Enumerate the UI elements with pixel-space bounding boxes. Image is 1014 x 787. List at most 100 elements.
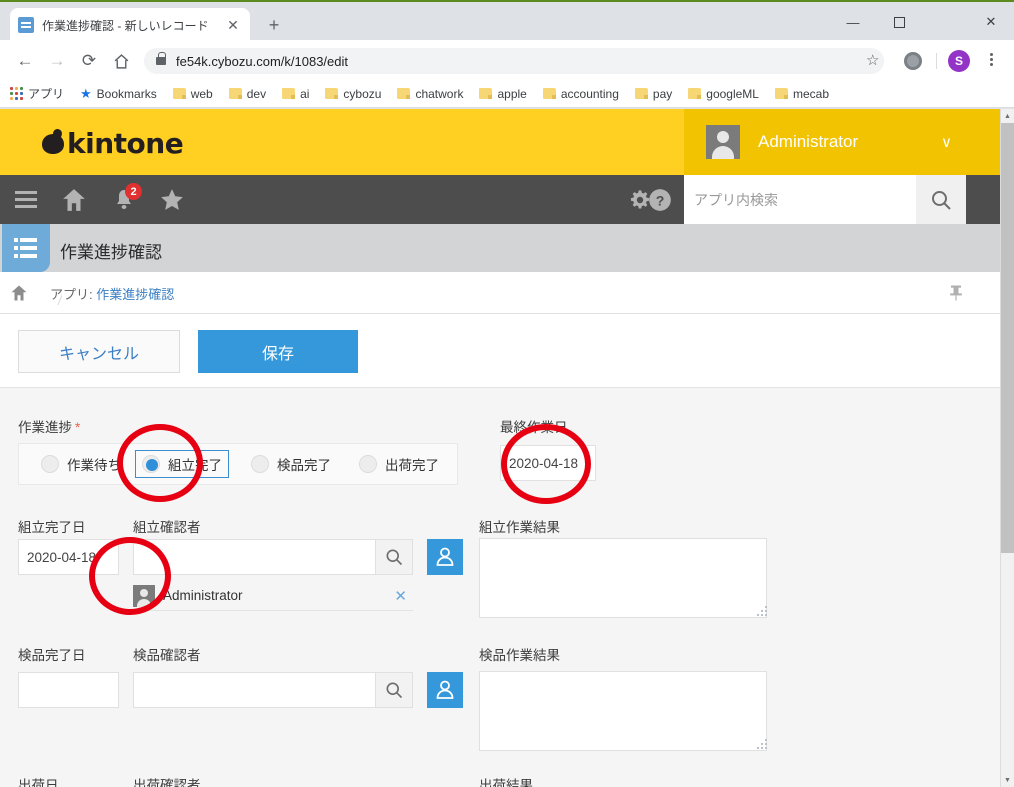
progress-label-text: 作業進捗 — [18, 420, 72, 435]
browser-toolbar: ← → ⟳ fe54k.cybozu.com/k/1083/edit ☆ S — [0, 40, 1014, 80]
shipping-result-label: 出荷結果 — [479, 774, 533, 787]
home-icon[interactable] — [50, 175, 98, 224]
search-icon[interactable] — [375, 672, 413, 708]
scroll-down-arrow-icon[interactable]: ▼ — [1001, 773, 1014, 787]
folder-icon — [775, 88, 788, 99]
breadcrumb-home-icon[interactable] — [10, 283, 28, 303]
bookmark-item-pay[interactable]: pay — [635, 87, 672, 101]
forward-icon[interactable]: → — [44, 48, 70, 74]
inspection-add-user-button[interactable] — [427, 672, 463, 708]
app-search-button[interactable] — [916, 175, 966, 224]
radio-unselected-icon[interactable] — [359, 455, 377, 473]
bookmark-item-mecab[interactable]: mecab — [775, 87, 829, 101]
kintone-logo-text: kintone — [67, 127, 183, 160]
bookmark-item-アプリ[interactable]: アプリ — [10, 85, 64, 102]
extension-gear-icon[interactable] — [904, 52, 922, 70]
scrollbar-thumb[interactable] — [1001, 123, 1014, 553]
assembly-selected-user-name: Administrator — [163, 588, 243, 603]
progress-radio-group: 作業待ち 組立完了 検品完了 出荷完了 — [18, 443, 458, 485]
folder-icon — [173, 88, 186, 99]
hamburger-menu-icon[interactable] — [2, 175, 50, 224]
help-icon[interactable]: ? — [636, 175, 684, 224]
breadcrumb: アプリ: 作業進捗確認 — [0, 272, 1000, 314]
window-close-button[interactable]: ✕ — [968, 2, 1014, 42]
bookmark-item-web[interactable]: web — [173, 87, 213, 101]
progress-radio-label: 検品完了 — [277, 454, 331, 474]
cancel-button[interactable]: キャンセル — [18, 330, 180, 373]
folder-icon — [479, 88, 492, 99]
inspection-date-input[interactable] — [18, 672, 119, 708]
folder-icon — [397, 88, 410, 99]
bookmark-label: ai — [300, 87, 309, 101]
bookmark-label: web — [191, 87, 213, 101]
radio-unselected-icon[interactable] — [41, 455, 59, 473]
notification-badge: 2 — [125, 183, 142, 200]
assembly-selected-user-chip: Administrator ✕ — [133, 581, 413, 611]
favorites-star-icon[interactable] — [148, 175, 196, 224]
kintone-header: kintone Administrator ∨ — [0, 109, 1000, 175]
assembly-date-input[interactable] — [18, 539, 119, 575]
page-scrollbar[interactable]: ▲ ▼ — [1000, 109, 1014, 787]
bookmark-label: cybozu — [343, 87, 381, 101]
user-menu[interactable]: Administrator ∨ — [684, 109, 1000, 175]
progress-radio-label: 組立完了 — [168, 454, 222, 474]
inspection-user-label: 検品確認者 — [133, 644, 201, 664]
url-text: fe54k.cybozu.com/k/1083/edit — [176, 54, 348, 69]
pin-icon[interactable] — [946, 283, 966, 303]
bookmark-item-apple[interactable]: apple — [479, 87, 526, 101]
user-name: Administrator — [758, 132, 858, 152]
last-work-date-input[interactable] — [500, 445, 596, 481]
progress-radio-2[interactable]: 検品完了 — [245, 451, 337, 477]
bookmark-item-googleml[interactable]: googleML — [688, 87, 759, 101]
bookmark-item-accounting[interactable]: accounting — [543, 87, 619, 101]
user-avatar-icon — [133, 585, 155, 607]
notifications-bell-icon[interactable]: 2 — [100, 175, 148, 224]
progress-radio-3[interactable]: 出荷完了 — [353, 451, 445, 477]
progress-radio-0[interactable]: 作業待ち — [35, 451, 127, 477]
bookmark-item-chatwork[interactable]: chatwork — [397, 87, 463, 101]
chevron-down-icon: ∨ — [941, 133, 952, 151]
inspection-user-input[interactable] — [133, 672, 375, 708]
assembly-result-textarea[interactable] — [479, 538, 767, 618]
tab-close-icon[interactable]: ✕ — [224, 16, 242, 34]
star-icon: ★ — [80, 86, 92, 102]
folder-icon — [325, 88, 338, 99]
bookmark-item-bookmarks[interactable]: ★Bookmarks — [80, 86, 157, 102]
tab-favicon-icon — [18, 17, 34, 33]
progress-radio-1[interactable]: 組立完了 — [135, 450, 229, 478]
bookmark-item-cybozu[interactable]: cybozu — [325, 87, 381, 101]
save-button[interactable]: 保存 — [198, 330, 358, 373]
bookmark-star-icon[interactable]: ☆ — [866, 51, 879, 69]
inspection-date-label: 検品完了日 — [18, 644, 86, 664]
scroll-up-arrow-icon[interactable]: ▲ — [1001, 109, 1014, 123]
new-tab-button[interactable]: + — [262, 14, 286, 38]
breadcrumb-app-link[interactable]: 作業進捗確認 — [96, 287, 174, 302]
chrome-menu-icon[interactable] — [982, 51, 1000, 71]
back-icon[interactable]: ← — [12, 48, 38, 74]
reload-icon[interactable]: ⟳ — [76, 48, 102, 74]
home-icon[interactable] — [108, 48, 134, 74]
profile-avatar[interactable]: S — [948, 50, 970, 72]
bookmark-item-ai[interactable]: ai — [282, 87, 309, 101]
app-search-input[interactable] — [694, 192, 916, 208]
assembly-result-label: 組立作業結果 — [479, 516, 560, 536]
bookmarks-bar: アプリ ★Bookmarks web dev ai cybozu chatwork apple… — [0, 80, 1014, 108]
folder-icon — [229, 88, 242, 99]
toolbar-divider — [936, 53, 937, 69]
search-icon[interactable] — [375, 539, 413, 575]
assembly-user-input[interactable] — [133, 539, 375, 575]
breadcrumb-prefix: アプリ: — [50, 287, 93, 302]
browser-window: 作業進捗確認 - 新しいレコード ✕ + — ✕ ← → ⟳ fe54k.cyb… — [0, 0, 1014, 787]
radio-unselected-icon[interactable] — [251, 455, 269, 473]
address-bar[interactable]: fe54k.cybozu.com/k/1083/edit — [144, 48, 884, 74]
inspection-result-textarea[interactable] — [479, 671, 767, 751]
app-search-box[interactable] — [684, 175, 916, 224]
radio-selected-icon[interactable] — [142, 455, 160, 473]
window-maximize-button[interactable] — [876, 2, 922, 42]
browser-tab[interactable]: 作業進捗確認 - 新しいレコード ✕ — [10, 8, 250, 42]
window-minimize-button[interactable]: — — [830, 2, 876, 42]
kintone-logo[interactable]: kintone — [42, 127, 183, 160]
remove-user-icon[interactable]: ✕ — [394, 587, 407, 605]
bookmark-item-dev[interactable]: dev — [229, 87, 266, 101]
assembly-add-user-button[interactable] — [427, 539, 463, 575]
